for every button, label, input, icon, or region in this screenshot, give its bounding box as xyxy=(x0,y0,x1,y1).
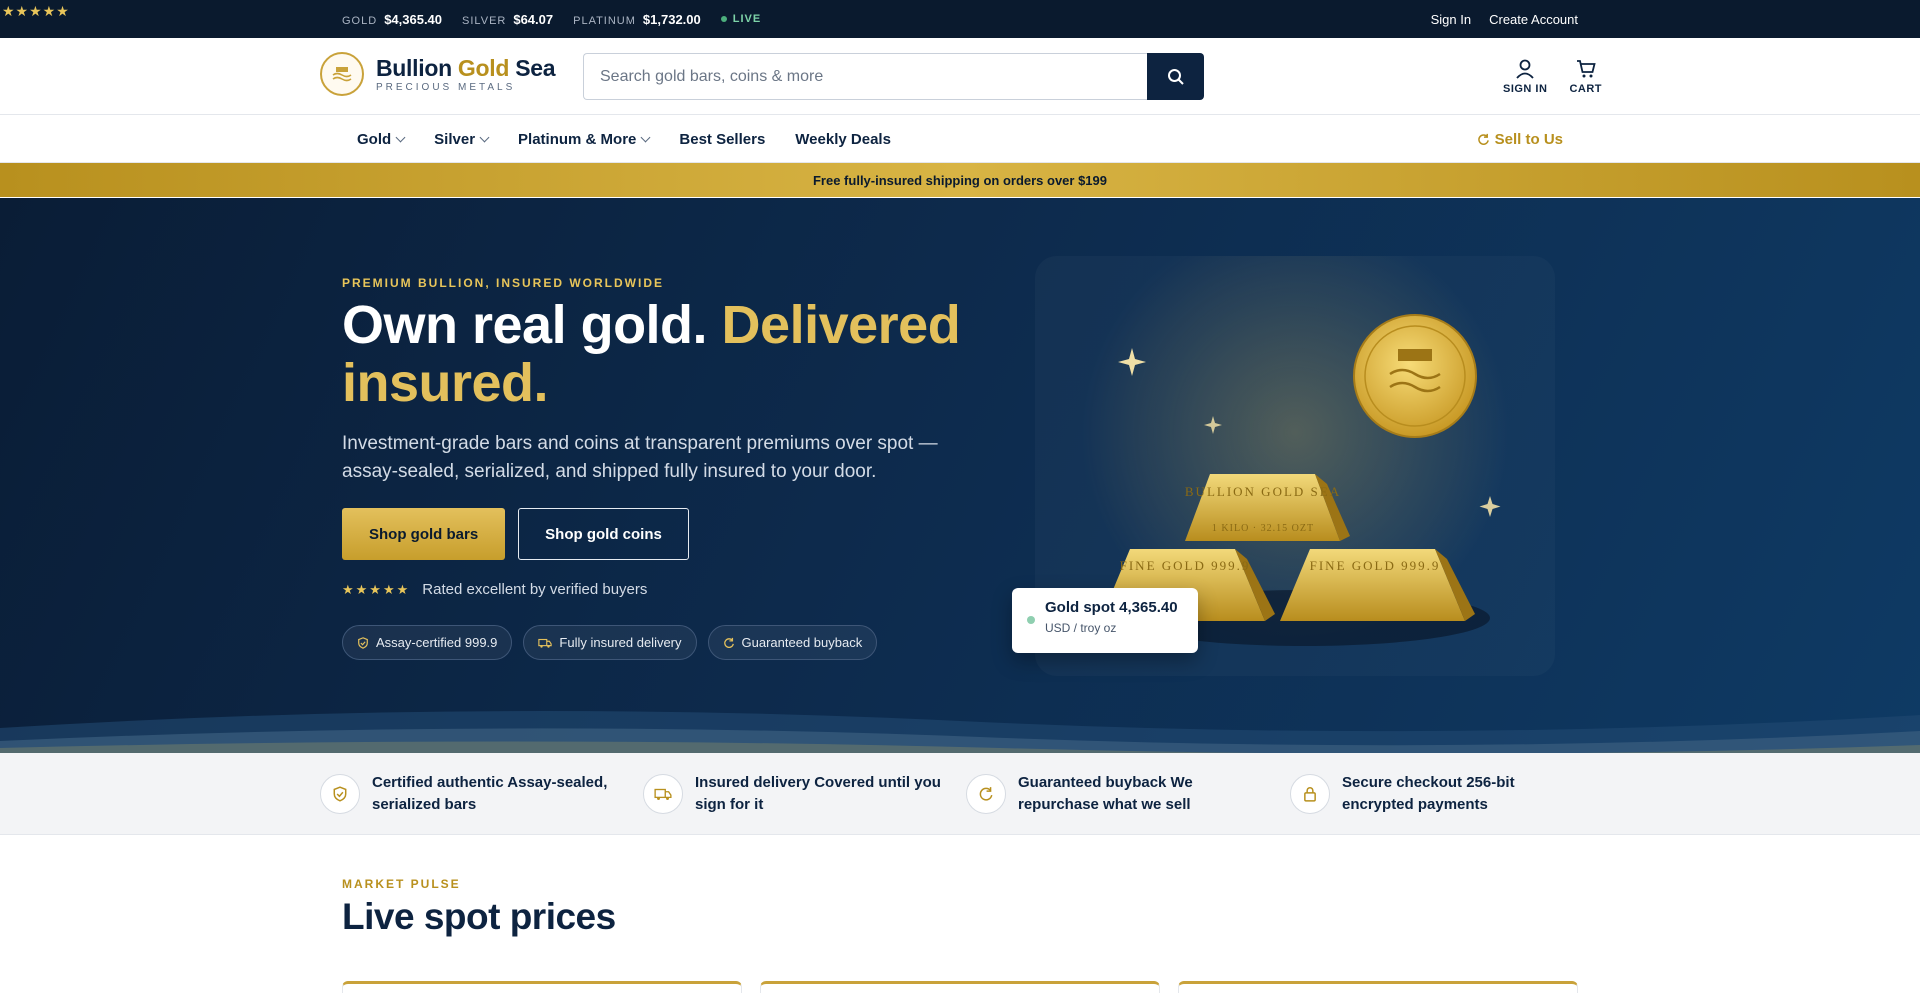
price-ticker-bar: ★★★★★ GOLD $4,365.40 SILVER $64.07 PLATINU… xyxy=(0,0,1920,38)
chevron-down-icon xyxy=(479,132,490,142)
hero-kicker: PREMIUM BULLION, INSURED WORLDWIDE xyxy=(342,276,664,290)
chip-assay-certified: Assay-certified 999.9 xyxy=(342,625,513,660)
feature-certified: Certified authentic Assay-sealed, serial… xyxy=(320,753,620,835)
lock-icon xyxy=(1290,774,1330,814)
cart-button[interactable]: CART xyxy=(1569,58,1602,95)
user-icon xyxy=(1516,59,1534,79)
sparkle-icon xyxy=(1479,496,1501,517)
cart-icon xyxy=(1576,60,1596,78)
spot-price-card[interactable] xyxy=(1178,981,1578,993)
hero-rating: ★★★★★ Rated excellent by verified buyers xyxy=(342,581,648,598)
features-strip: Certified authentic Assay-sealed, serial… xyxy=(0,753,1920,835)
chevron-down-icon xyxy=(395,132,406,142)
shield-check-icon xyxy=(320,774,360,814)
feature-insured: Insured delivery Covered until you sign … xyxy=(643,753,943,835)
price-silver: SILVER $64.07 xyxy=(462,11,554,27)
chevron-down-icon xyxy=(640,132,651,142)
spot-card-price: Gold spot 4,365.40 xyxy=(1045,599,1178,616)
chip-insured-delivery: Fully insured delivery xyxy=(523,625,697,660)
sparkle-icon xyxy=(1118,348,1146,376)
brand-name: Bullion Gold Sea xyxy=(376,54,556,81)
shield-check-icon xyxy=(358,636,368,649)
truck-icon xyxy=(643,774,683,814)
logo-mark-icon xyxy=(320,52,364,96)
market-kicker: MARKET PULSE xyxy=(342,877,461,891)
top-sign-in-link[interactable]: Sign In xyxy=(1431,12,1471,27)
shop-gold-coins-button[interactable]: Shop gold coins xyxy=(518,508,689,560)
bar-left-engraving: FINE GOLD 999.9 xyxy=(1120,558,1251,573)
main-nav: Gold Silver Platinum & More Best Sellers… xyxy=(0,115,1920,163)
spot-price-card[interactable] xyxy=(760,981,1160,993)
account-button[interactable]: SIGN IN xyxy=(1503,58,1547,95)
rating-stars-icon: ★★★★★ xyxy=(342,581,411,597)
price-gold: GOLD $4,365.40 xyxy=(342,11,443,27)
nav-platinum[interactable]: Platinum & More xyxy=(518,131,651,148)
bar-top-engraving: BULLION GOLD SEA xyxy=(1185,484,1341,499)
feature-secure: Secure checkout 256-bit encrypted paymen… xyxy=(1290,753,1590,835)
spot-price-card[interactable] xyxy=(342,981,742,993)
shop-gold-bars-button[interactable]: Shop gold bars xyxy=(342,508,506,560)
bar-right-engraving: FINE GOLD 999.9 xyxy=(1310,558,1441,573)
bar-top-sub: 1 KILO · 32.15 OZT xyxy=(1212,523,1314,534)
brand-tagline: PRECIOUS METALS xyxy=(376,81,516,93)
gold-spot-card: Gold spot 4,365.40 USD / troy oz xyxy=(1012,588,1198,653)
site-header: Bullion Gold Sea PRECIOUS METALS SIGN IN… xyxy=(0,38,1920,115)
spot-card-unit: USD / troy oz xyxy=(1045,621,1117,635)
market-title: Live spot prices xyxy=(342,896,616,937)
sparkle-icon xyxy=(1204,416,1222,434)
hero-section: PREMIUM BULLION, INSURED WORLDWIDE Own r… xyxy=(0,198,1920,753)
search-bar xyxy=(583,53,1204,100)
brand-logo[interactable]: Bullion Gold Sea PRECIOUS METALS xyxy=(320,52,556,96)
gold-coin-icon xyxy=(1353,314,1477,438)
search-button[interactable] xyxy=(1147,53,1204,100)
create-account-link[interactable]: Create Account xyxy=(1489,12,1578,27)
hero-title: Own real gold. Delivered insured. xyxy=(342,295,961,413)
nav-weekly-deals[interactable]: Weekly Deals xyxy=(795,131,891,148)
hero-wave-decoration xyxy=(0,711,1920,753)
nav-silver[interactable]: Silver xyxy=(434,131,490,148)
refresh-icon xyxy=(966,774,1006,814)
chip-guaranteed-buyback: Guaranteed buyback xyxy=(707,625,878,660)
nav-best-sellers[interactable]: Best Sellers xyxy=(679,131,765,148)
live-dot-icon xyxy=(720,16,727,22)
nav-gold[interactable]: Gold xyxy=(357,131,406,148)
feature-buyback: Guaranteed buyback We repurchase what we… xyxy=(966,753,1266,835)
refresh-icon xyxy=(1477,133,1489,145)
live-indicator: LIVE xyxy=(720,13,761,25)
search-icon xyxy=(1167,68,1184,85)
truck-icon xyxy=(538,638,553,648)
refresh-icon xyxy=(723,637,734,648)
live-dot-icon xyxy=(1027,616,1035,624)
promo-banner: Free fully-insured shipping on orders ov… xyxy=(0,163,1920,197)
search-input[interactable] xyxy=(583,53,1147,100)
hero-description: Investment-grade bars and coins at trans… xyxy=(342,433,938,482)
spot-prices: GOLD $4,365.40 SILVER $64.07 PLATINUM $1,73… xyxy=(342,12,761,27)
price-platinum: PLATINUM $1,732.00 xyxy=(573,11,701,27)
sell-to-us-link[interactable]: Sell to Us xyxy=(1477,115,1563,163)
rating-stars: ★★★★★ xyxy=(2,3,70,19)
